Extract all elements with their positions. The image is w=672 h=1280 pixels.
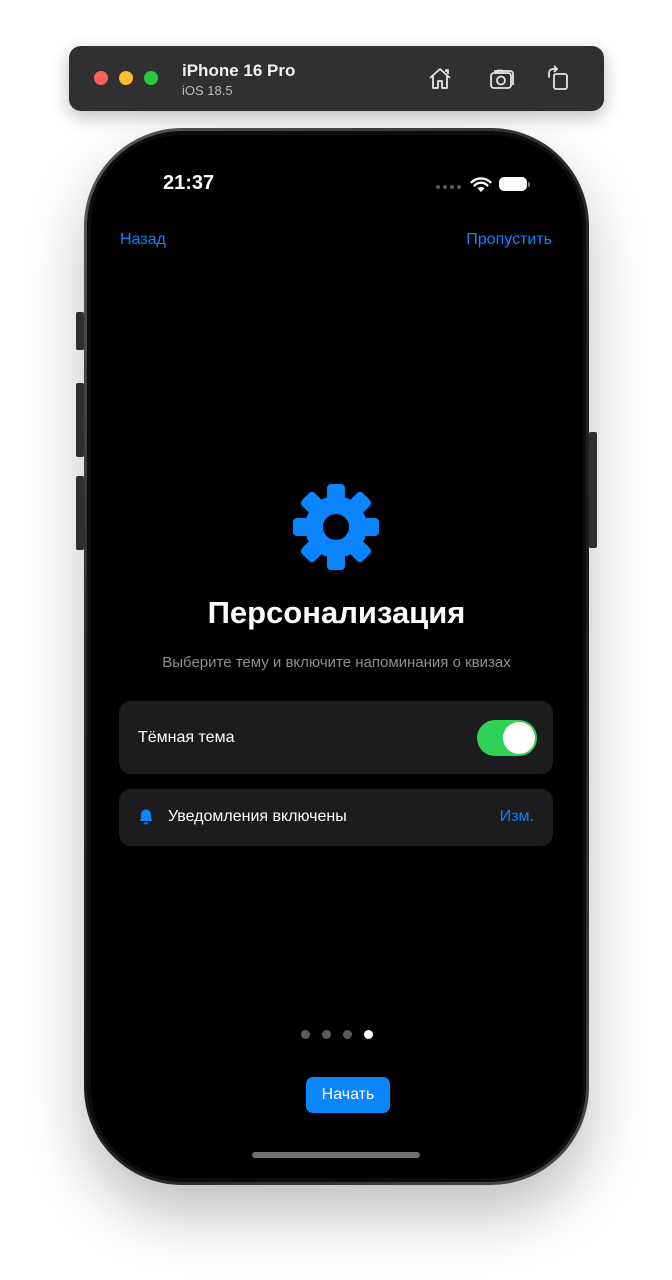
dark-theme-label: Тёмная тема bbox=[138, 729, 235, 746]
battery-tip bbox=[528, 182, 530, 187]
page-subtitle: Выберите тему и включите напоминания о к… bbox=[162, 654, 511, 671]
battery-icon bbox=[499, 177, 527, 191]
gear-icon bbox=[291, 482, 381, 572]
page-dot-active[interactable] bbox=[364, 1030, 373, 1039]
simulator-toolbar: iPhone 16 Pro iOS 18.5 bbox=[69, 46, 604, 111]
home-indicator[interactable] bbox=[252, 1152, 420, 1158]
back-button[interactable]: Назад bbox=[120, 231, 166, 249]
page-dot[interactable] bbox=[322, 1030, 331, 1039]
dark-theme-row: Тёмная тема bbox=[119, 701, 553, 774]
toggle-knob bbox=[503, 722, 535, 754]
notifications-edit-button[interactable]: Изм. bbox=[500, 808, 534, 826]
device-screen: 21:37 Назад Пропустить Персонализация Вы… bbox=[91, 135, 582, 1178]
action-button[interactable] bbox=[76, 312, 84, 350]
device-name: iPhone 16 Pro bbox=[182, 61, 296, 80]
power-button[interactable] bbox=[589, 432, 597, 548]
page-title: Персонализация bbox=[207, 595, 466, 630]
rotate-icon[interactable] bbox=[544, 65, 572, 93]
page-dot[interactable] bbox=[343, 1030, 352, 1039]
page-indicator[interactable] bbox=[301, 1030, 373, 1039]
start-button[interactable]: Начать bbox=[306, 1077, 390, 1113]
wifi-icon bbox=[470, 177, 492, 192]
home-icon[interactable] bbox=[426, 65, 454, 93]
volume-down-button[interactable] bbox=[76, 476, 84, 550]
bell-icon bbox=[139, 809, 153, 825]
minimize-window-button[interactable] bbox=[119, 71, 133, 85]
notifications-row: Уведомления включены Изм. bbox=[119, 789, 553, 846]
volume-up-button[interactable] bbox=[76, 383, 84, 457]
status-icons bbox=[436, 176, 536, 192]
zoom-window-button[interactable] bbox=[144, 71, 158, 85]
page-dot[interactable] bbox=[301, 1030, 310, 1039]
notifications-label: Уведомления включены bbox=[168, 808, 347, 825]
dark-theme-toggle[interactable] bbox=[477, 720, 537, 756]
cellular-signal-icon bbox=[436, 185, 461, 189]
os-version: iOS 18.5 bbox=[182, 83, 233, 98]
close-window-button[interactable] bbox=[94, 71, 108, 85]
screenshot-icon[interactable] bbox=[488, 65, 516, 93]
skip-button[interactable]: Пропустить bbox=[466, 231, 552, 249]
status-time: 21:37 bbox=[163, 172, 215, 194]
